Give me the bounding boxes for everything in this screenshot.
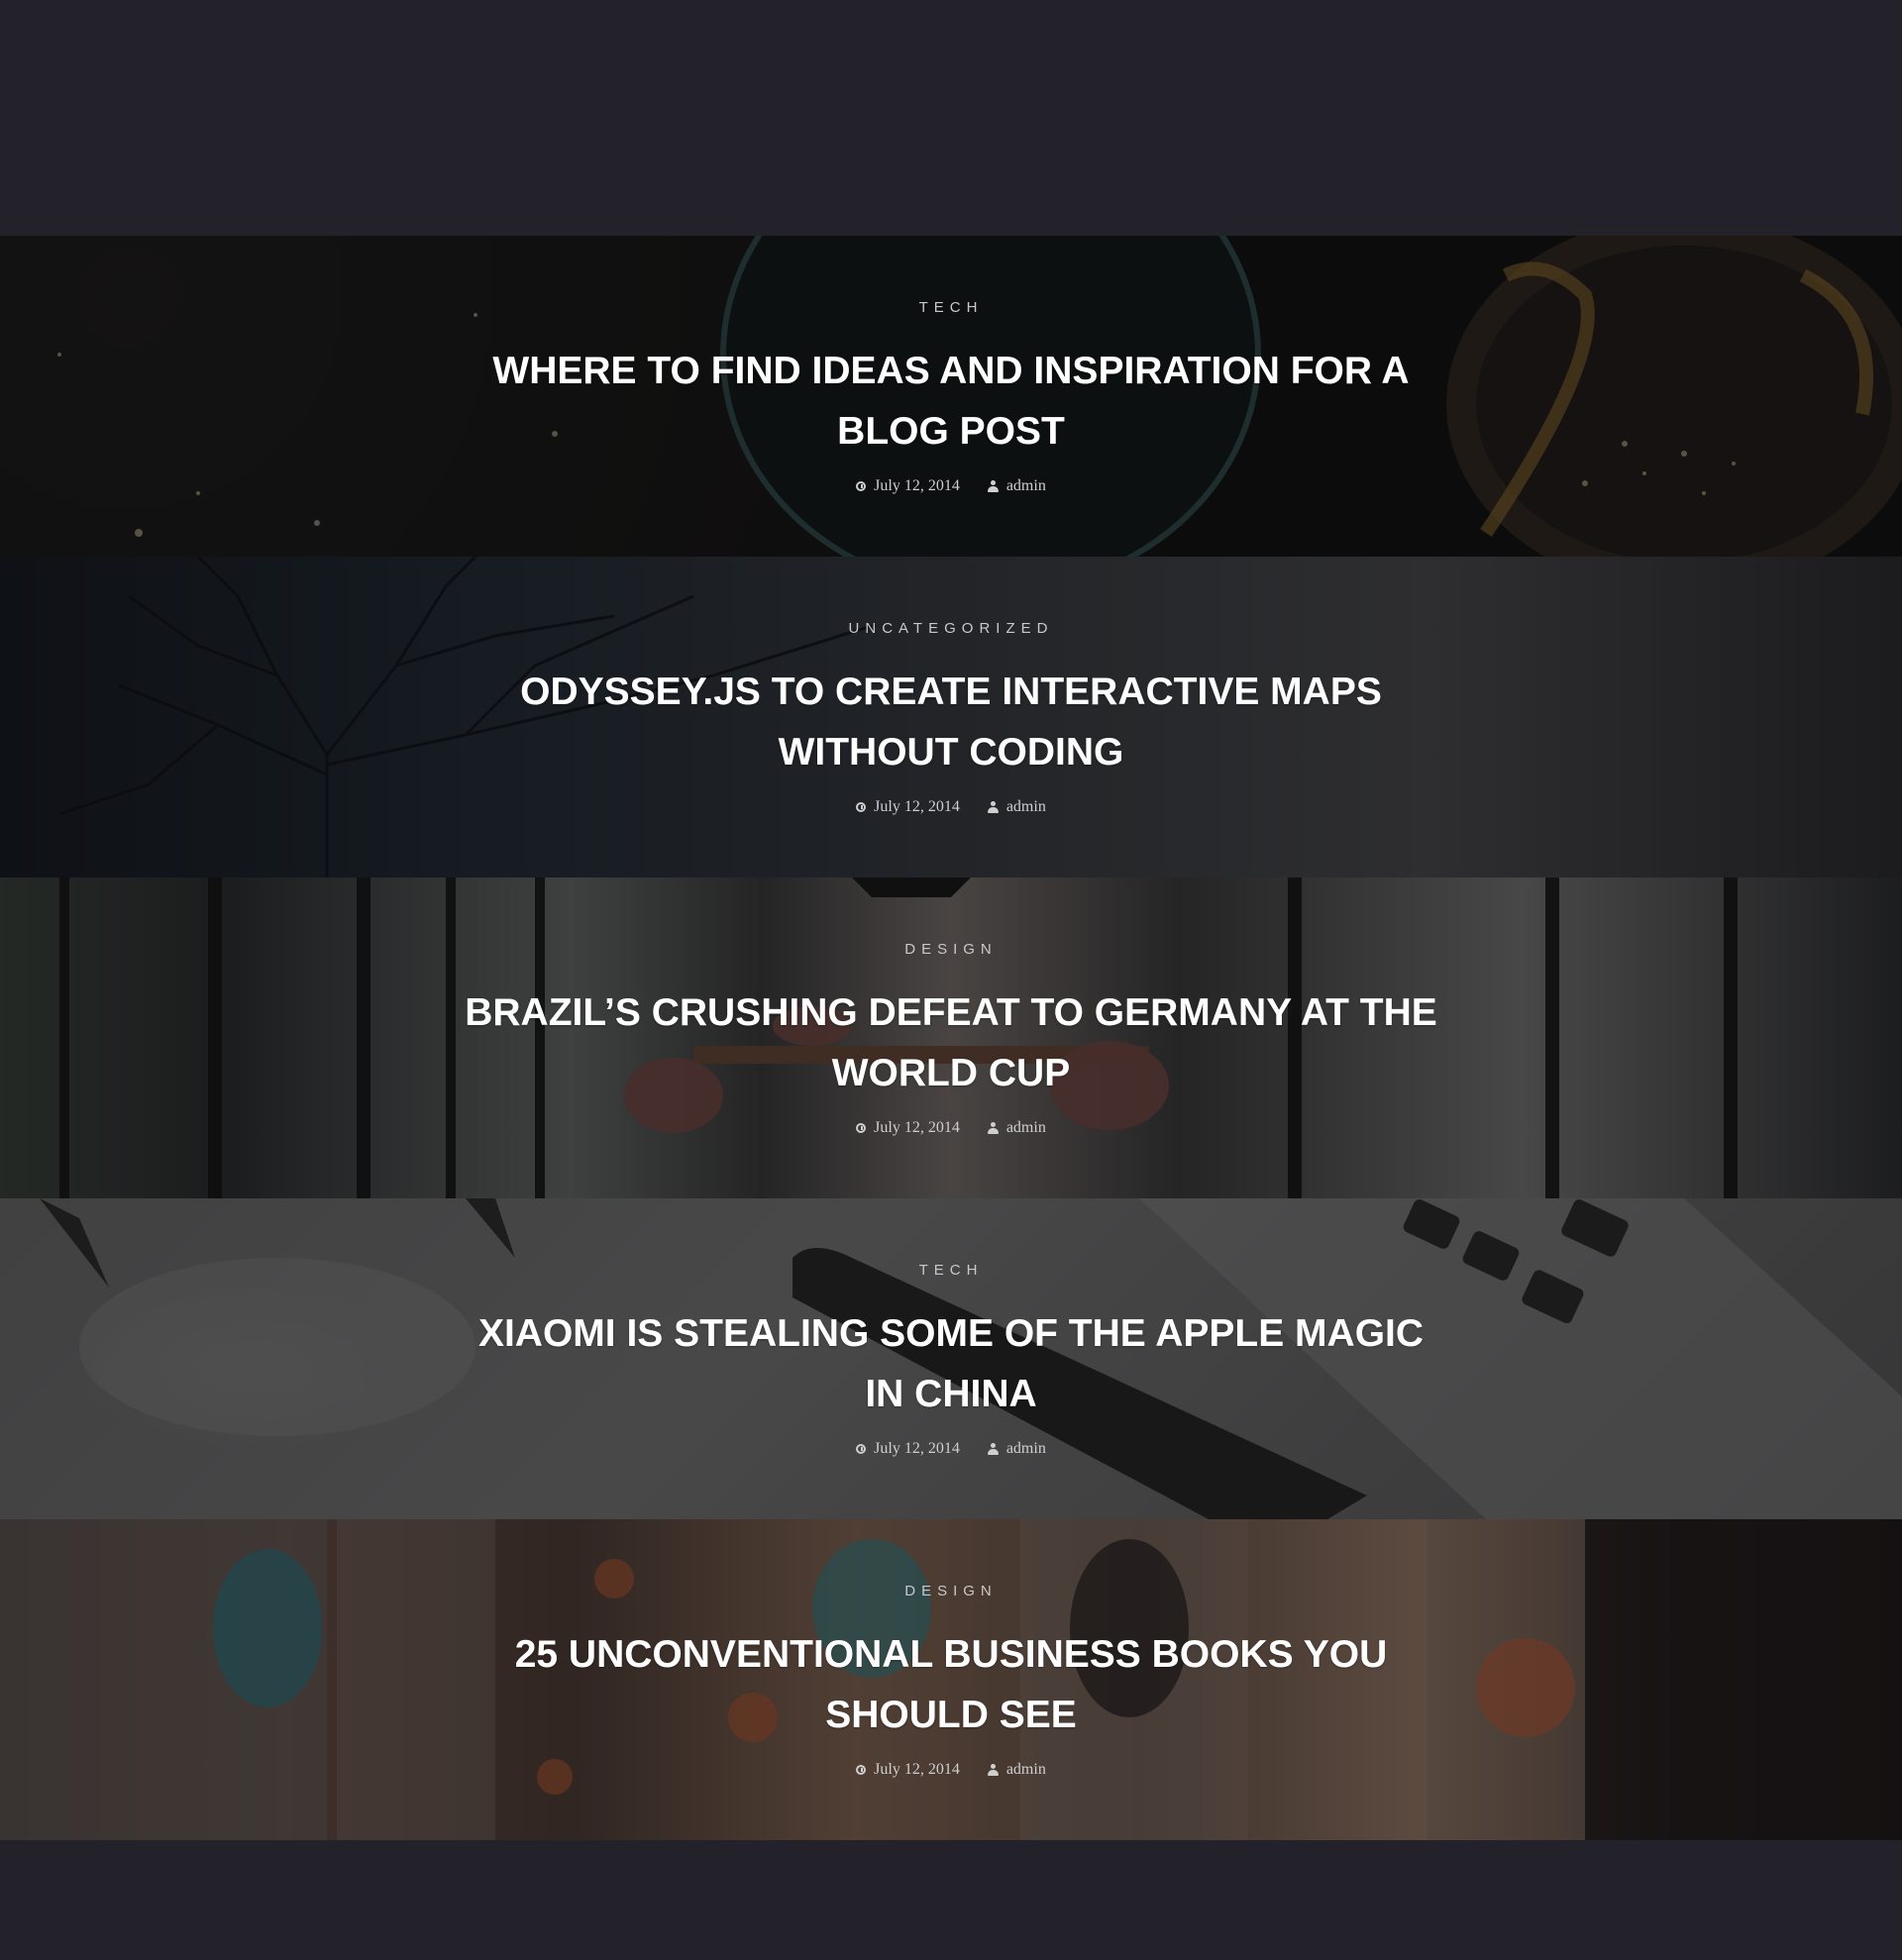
post-card[interactable]: UNCATEGORIZED ODYSSEY.JS TO CREATE INTER… bbox=[0, 557, 1902, 877]
post-author[interactable]: admin bbox=[1006, 798, 1046, 816]
post-author-item[interactable]: admin bbox=[987, 1761, 1046, 1779]
post-date-item[interactable]: July 12, 2014 bbox=[856, 798, 960, 816]
post-list: TECH WHERE TO FIND IDEAS AND INSPIRATION… bbox=[0, 236, 1902, 1840]
post-date[interactable]: July 12, 2014 bbox=[874, 1119, 960, 1137]
post-date-item[interactable]: July 12, 2014 bbox=[856, 1119, 960, 1137]
user-icon bbox=[987, 1443, 999, 1455]
user-icon bbox=[987, 1764, 999, 1776]
user-icon bbox=[987, 1122, 999, 1134]
user-icon bbox=[987, 801, 999, 813]
post-author[interactable]: admin bbox=[1006, 1440, 1046, 1458]
post-content: DESIGN 25 UNCONVENTIONAL BUSINESS BOOKS … bbox=[0, 1519, 1902, 1840]
post-author-item[interactable]: admin bbox=[987, 1119, 1046, 1137]
post-content: TECH XIAOMI IS STEALING SOME OF THE APPL… bbox=[0, 1198, 1902, 1519]
post-content: UNCATEGORIZED ODYSSEY.JS TO CREATE INTER… bbox=[0, 557, 1902, 877]
post-card[interactable]: DESIGN BRAZIL’S CRUSHING DEFEAT TO GERMA… bbox=[0, 877, 1902, 1198]
post-category[interactable]: TECH bbox=[0, 1262, 1902, 1279]
post-content: DESIGN BRAZIL’S CRUSHING DEFEAT TO GERMA… bbox=[0, 877, 1902, 1198]
post-meta: July 12, 2014 admin bbox=[0, 1761, 1902, 1779]
post-category[interactable]: DESIGN bbox=[0, 1583, 1902, 1599]
post-author[interactable]: admin bbox=[1006, 477, 1046, 495]
clock-icon bbox=[856, 1123, 867, 1133]
post-meta: July 12, 2014 admin bbox=[0, 798, 1902, 816]
post-author-item[interactable]: admin bbox=[987, 798, 1046, 816]
post-meta: July 12, 2014 admin bbox=[0, 477, 1902, 495]
post-date-item[interactable]: July 12, 2014 bbox=[856, 1440, 960, 1458]
post-title[interactable]: BRAZIL’S CRUSHING DEFEAT TO GERMANY AT T… bbox=[456, 982, 1446, 1103]
user-icon bbox=[987, 480, 999, 492]
post-meta: July 12, 2014 admin bbox=[0, 1440, 1902, 1458]
post-author[interactable]: admin bbox=[1006, 1761, 1046, 1779]
post-date[interactable]: July 12, 2014 bbox=[874, 1440, 960, 1458]
post-title[interactable]: WHERE TO FIND IDEAS AND INSPIRATION FOR … bbox=[456, 341, 1446, 462]
post-author-item[interactable]: admin bbox=[987, 1440, 1046, 1458]
post-title[interactable]: XIAOMI IS STEALING SOME OF THE APPLE MAG… bbox=[456, 1303, 1446, 1424]
post-date-item[interactable]: July 12, 2014 bbox=[856, 477, 960, 495]
clock-icon bbox=[856, 1444, 867, 1454]
post-card[interactable]: TECH XIAOMI IS STEALING SOME OF THE APPL… bbox=[0, 1198, 1902, 1519]
post-date[interactable]: July 12, 2014 bbox=[874, 1761, 960, 1779]
post-author-item[interactable]: admin bbox=[987, 477, 1046, 495]
post-date[interactable]: July 12, 2014 bbox=[874, 477, 960, 495]
post-meta: July 12, 2014 admin bbox=[0, 1119, 1902, 1137]
post-title[interactable]: 25 UNCONVENTIONAL BUSINESS BOOKS YOU SHO… bbox=[456, 1624, 1446, 1745]
post-category[interactable]: DESIGN bbox=[0, 941, 1902, 958]
clock-icon bbox=[856, 802, 867, 812]
post-card[interactable]: DESIGN 25 UNCONVENTIONAL BUSINESS BOOKS … bbox=[0, 1519, 1902, 1840]
page: TECH WHERE TO FIND IDEAS AND INSPIRATION… bbox=[0, 0, 1902, 1960]
clock-icon bbox=[856, 481, 867, 491]
clock-icon bbox=[856, 1765, 867, 1775]
post-date-item[interactable]: July 12, 2014 bbox=[856, 1761, 960, 1779]
post-content: TECH WHERE TO FIND IDEAS AND INSPIRATION… bbox=[0, 236, 1902, 557]
post-date[interactable]: July 12, 2014 bbox=[874, 798, 960, 816]
post-title[interactable]: ODYSSEY.JS TO CREATE INTERACTIVE MAPS WI… bbox=[456, 662, 1446, 782]
post-author[interactable]: admin bbox=[1006, 1119, 1046, 1137]
post-category[interactable]: TECH bbox=[0, 299, 1902, 316]
post-card[interactable]: TECH WHERE TO FIND IDEAS AND INSPIRATION… bbox=[0, 236, 1902, 557]
post-category[interactable]: UNCATEGORIZED bbox=[0, 620, 1902, 637]
